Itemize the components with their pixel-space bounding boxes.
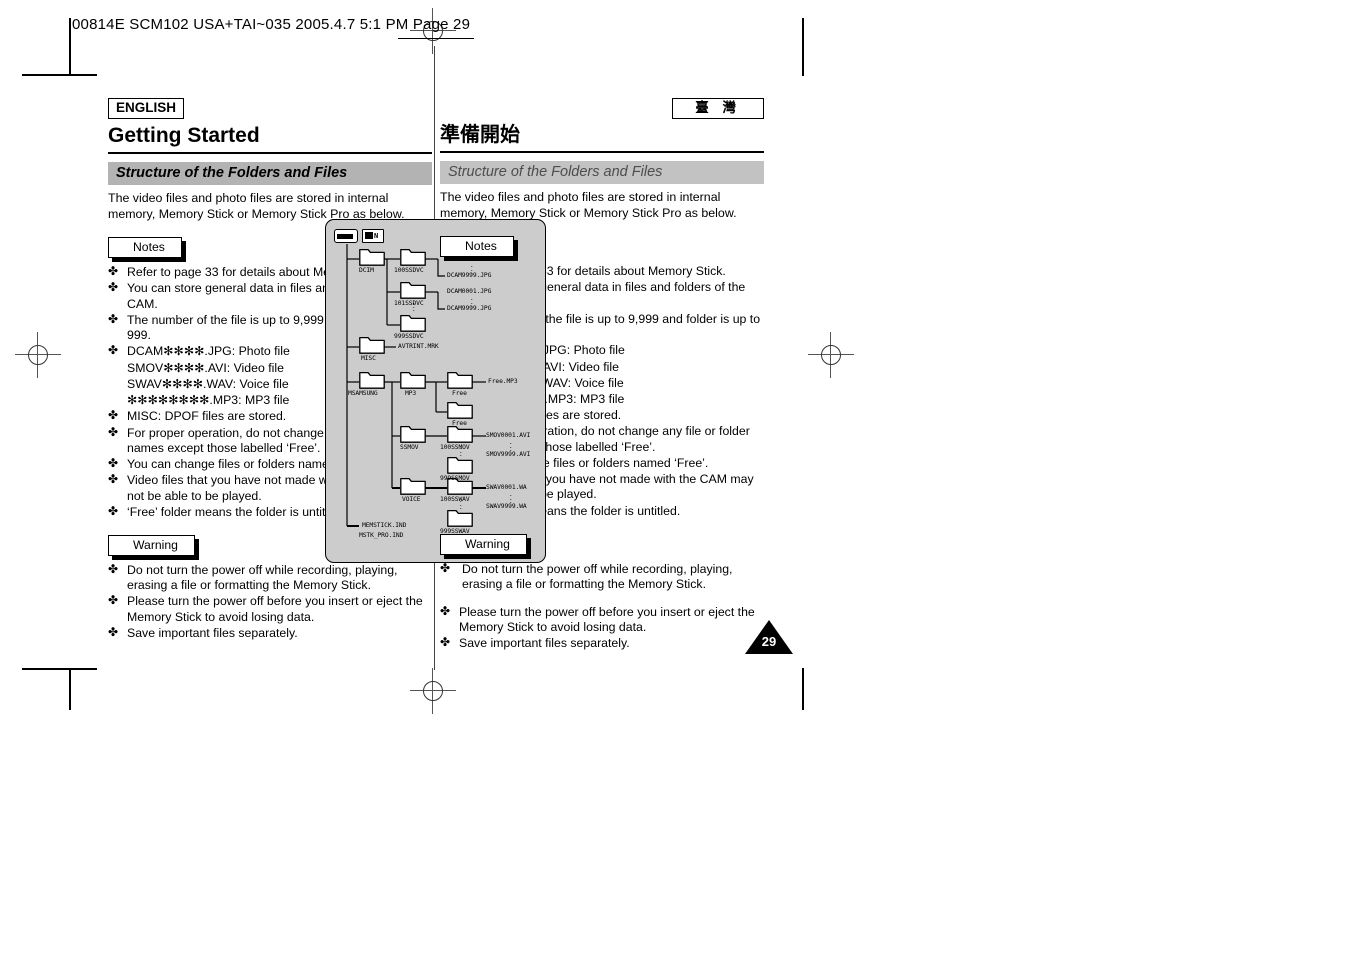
warning-label-left: Warning — [108, 534, 195, 556]
warning-list-left: ✤ Do not turn the power off while recordi… — [108, 561, 432, 641]
warning-list-right-wide: ✤ Please turn the power off before you in… — [440, 604, 770, 653]
folder-label-msamsung: MSAMSUNG — [348, 390, 378, 397]
section-title-left: Structure of the Folders and Files — [108, 162, 432, 186]
header-rule-left — [108, 152, 432, 155]
folder-label-free-1: Free — [452, 390, 467, 397]
bullet-icon: ✤ — [108, 424, 119, 439]
list-item-text: MISC: DPOF files are stored. — [127, 409, 287, 424]
crop-mark-top-left-h — [22, 74, 97, 76]
printed-page: 00814E SCM102 USA+TAI~035 2005.4.7 5:1 P… — [0, 0, 1348, 954]
bullet-icon: ✤ — [108, 503, 119, 518]
print-slug-underline — [398, 38, 474, 39]
ellipsis-jpg-b: ... — [470, 295, 474, 310]
bullet-icon: ✤ — [108, 264, 119, 279]
chapter-title-right: 準備開始 — [440, 124, 520, 146]
file-label-dcam0001-jpg-b: DCAM0001.JPG — [447, 288, 492, 295]
list-item-text: DCAM✻✻✻✻.JPG: Photo file — [127, 344, 290, 359]
registration-mark-bottom — [410, 668, 456, 714]
list-item-text: SMOV✻✻✻✻.AVI: Video file — [127, 360, 284, 375]
bullet-icon: ✤ — [108, 311, 119, 326]
folder-label-dcim: DCIM — [359, 267, 374, 274]
list-item-text: ‘Free’ folder means the folder is untitl… — [127, 504, 346, 519]
crop-mark-top-right-v — [802, 18, 804, 76]
bullet-icon: ✤ — [108, 343, 119, 358]
bullet-icon: ✤ — [440, 635, 451, 650]
bullet-icon: ✤ — [108, 408, 119, 423]
warning-tag-right: Warning — [440, 533, 531, 559]
file-label-swav0001-wav: SWAV0001.WA — [486, 484, 527, 491]
bullet-icon: ✤ — [108, 472, 119, 487]
bullet-icon: ✤ — [108, 624, 119, 639]
notes-tag-left: Notes — [108, 237, 186, 263]
folder-label-voice: VOICE — [402, 496, 421, 503]
list-item-text: Please turn the power off before you ins… — [127, 594, 423, 624]
crop-mark-bottom-left-h — [22, 668, 97, 670]
list-item-text: Save important files separately. — [459, 636, 630, 651]
list-item-text: ✻✻✻✻✻✻✻✻.MP3: MP3 file — [127, 393, 290, 408]
folder-label-100ssdvc: 100SSDVC — [394, 267, 424, 274]
notes-label-right: Notes — [440, 236, 514, 258]
file-label-avtrint-mrk: AVTRINT.MRK — [398, 343, 439, 350]
folder-label-999ssdvc: 999SSDVC — [394, 333, 424, 340]
ellipsis-jpg-a: ... — [470, 262, 474, 277]
folder-label-999ssmov: 999SSMOV — [440, 475, 470, 482]
list-item-text: Do not turn the power off while recordin… — [127, 562, 398, 593]
chapter-title-left: Getting Started — [108, 124, 260, 147]
crop-mark-top-left-v — [69, 18, 71, 76]
bullet-icon: ✤ — [108, 456, 119, 471]
section-title-right: Structure of the Folders and Files — [440, 161, 764, 185]
file-label-free-mp3: Free.MP3 — [488, 378, 518, 385]
language-badge-taiwan: 臺 灣 — [672, 98, 764, 119]
list-item: ✤ Save important files separately. — [440, 635, 770, 651]
list-item-text: Save important files separately. — [127, 625, 298, 640]
file-label-mstk-pro-ind: MSTK_PRO.IND — [359, 532, 404, 539]
folder-label-100ssmov: 100SSMOV — [440, 444, 470, 451]
ellipsis-ssdvc: ... — [412, 299, 416, 314]
ellipsis-ssmov: ... — [459, 444, 463, 459]
page-number-badge: 29 — [745, 620, 793, 654]
registration-mark-right — [808, 332, 854, 378]
list-item: ✤ Do not turn the power off while recordi… — [108, 561, 432, 593]
folder-label-ssmov: SSMOV — [400, 444, 419, 451]
list-item: ✤ Save important files separately. — [108, 624, 432, 641]
list-item: ✤ Do not turn the power off while recordi… — [440, 560, 764, 592]
header-rule-right — [440, 151, 764, 154]
print-slug: 00814E SCM102 USA+TAI~035 2005.4.7 5:1 P… — [72, 16, 471, 33]
file-label-smov0001-avi: SMOV0001.AVI — [486, 432, 531, 439]
list-item-text: Do not turn the power off while recordin… — [462, 561, 733, 592]
crop-mark-bottom-right-v — [802, 668, 804, 710]
folder-label-100sswav: 100SSWAV — [440, 496, 470, 503]
registration-mark-left — [15, 332, 61, 378]
crop-mark-bottom-left-v — [69, 668, 71, 710]
list-item-text: Please turn the power off before you ins… — [459, 605, 755, 635]
bullet-icon: ✤ — [108, 593, 119, 608]
bullet-icon: ✤ — [440, 604, 451, 618]
list-item: ✤ Please turn the power off before you in… — [440, 604, 770, 635]
notes-label-left: Notes — [108, 237, 182, 259]
folder-label-free-2: Free — [452, 420, 467, 427]
folder-structure-diagram: N DCIM 100SSDVC 101SSDVC 999SSDVC MISC M… — [325, 219, 546, 563]
bullet-icon: ✤ — [440, 560, 451, 575]
warning-tag-left: Warning — [108, 534, 199, 560]
left-badge-row: ENGLISH — [108, 98, 432, 119]
folder-label-101ssdvc: 101SSDVC — [394, 300, 424, 307]
ellipsis-avi: ... — [509, 439, 513, 454]
intro-text-right: The video files and photo files are stor… — [440, 190, 737, 221]
bullet-icon: ✤ — [108, 561, 119, 576]
ellipsis-wav: ... — [509, 491, 513, 506]
bullet-icon: ✤ — [108, 280, 119, 295]
warning-label-right: Warning — [440, 533, 527, 555]
warning-list-right: ✤ Do not turn the power off while recordi… — [440, 560, 764, 592]
folder-label-mp3: MP3 — [405, 390, 417, 397]
right-badge-row: 臺 灣 — [440, 98, 764, 119]
file-label-swav9999-wav: SWAV9999.WA — [486, 503, 527, 510]
file-label-memstick-ind: MEMSTICK.IND — [362, 522, 407, 529]
folder-label-misc: MISC — [361, 355, 376, 362]
page-number-text: 29 — [761, 634, 777, 649]
list-item-text: SWAV✻✻✻✻.WAV: Voice file — [127, 376, 289, 391]
notes-tag-right: Notes — [440, 236, 518, 262]
list-item: ✤ Please turn the power off before you in… — [108, 593, 432, 624]
ellipsis-sswav: ... — [459, 497, 463, 512]
language-badge-english: ENGLISH — [108, 98, 185, 119]
